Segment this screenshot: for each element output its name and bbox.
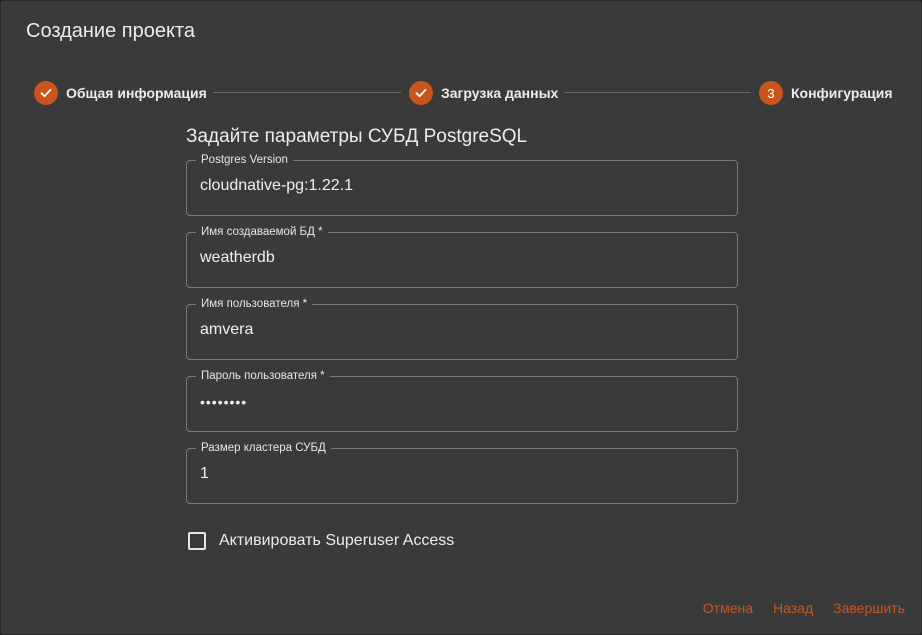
step-connector [213,92,401,93]
password-field[interactable]: Пароль пользователя * •••••••• [186,369,738,432]
step-connector [564,92,751,93]
finish-button[interactable]: Завершить [833,600,905,616]
step-data-upload: Загрузка данных [409,80,558,106]
dialog-title: Создание проекта [26,20,195,42]
username-field[interactable]: Имя пользователя * amvera [186,297,738,360]
field-label: Имя пользователя * [196,297,313,311]
create-project-dialog: Создание проекта Общая информация Загруз… [0,0,922,635]
field-label: Имя создаваемой БД * [196,225,328,239]
field-value[interactable]: amvera [200,321,253,339]
field-label: Размер кластера СУБД [196,441,331,455]
db-name-field[interactable]: Имя создаваемой БД * weatherdb [186,225,738,288]
step-label: Загрузка данных [441,85,559,101]
field-label: Пароль пользователя * [196,369,330,383]
check-icon [409,81,433,105]
step-configuration: 3 Конфигурация [759,80,893,106]
field-value[interactable]: •••••••• [200,394,247,410]
form-heading: Задайте параметры СУБД PostgreSQL [186,126,528,147]
dialog-actions: Отмена Назад Завершить [703,600,905,616]
step-number: 3 [759,81,783,105]
field-value[interactable]: cloudnative-pg:1.22.1 [200,177,353,195]
postgres-version-field[interactable]: Postgres Version cloudnative-pg:1.22.1 [186,153,738,216]
step-general-info: Общая информация [34,80,207,106]
back-button[interactable]: Назад [773,600,813,616]
step-label: Конфигурация [791,85,893,101]
field-value[interactable]: 1 [200,465,209,483]
field-value[interactable]: weatherdb [200,249,275,267]
field-label: Postgres Version [196,153,293,167]
check-icon [34,81,58,105]
superuser-access-option[interactable]: Активировать Superuser Access [188,532,454,550]
checkbox-label: Активировать Superuser Access [219,532,455,549]
superuser-access-checkbox[interactable] [188,532,206,550]
cluster-size-field[interactable]: Размер кластера СУБД 1 [186,441,738,504]
cancel-button[interactable]: Отмена [703,600,753,616]
step-label: Общая информация [66,85,207,101]
